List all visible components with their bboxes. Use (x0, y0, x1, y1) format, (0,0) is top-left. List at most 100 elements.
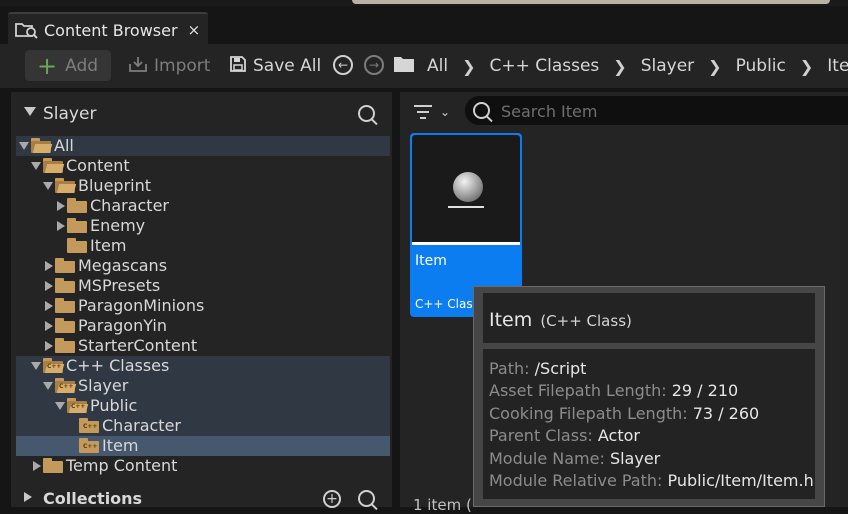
tree-item[interactable]: C++ Character (16, 416, 390, 436)
sources-title: Slayer (43, 104, 97, 124)
tree-item[interactable]: ParagonYin (16, 316, 390, 336)
tooltip-subtitle: (C++ Class) (540, 312, 632, 330)
folder-icon (43, 458, 63, 473)
tree-item[interactable]: StarterContent (16, 336, 390, 356)
chevron-right-icon[interactable] (24, 492, 32, 502)
tree-item[interactable]: Content (16, 156, 390, 176)
asset-tooltip: Item (C++ Class) Path: /Script Asset Fil… (473, 286, 825, 507)
tree-item-label: Content (66, 156, 130, 175)
tree-item[interactable]: Temp Content (16, 456, 390, 476)
plus-icon: + (37, 51, 58, 80)
sources-header[interactable]: Slayer (11, 92, 392, 132)
item-count: 1 item ( (413, 496, 472, 514)
tree-item[interactable]: C++ Public (16, 396, 390, 416)
asset-type: C++ Class (415, 297, 479, 311)
tree-item[interactable]: C++ C++ Classes (16, 356, 390, 376)
import-label: Import (154, 56, 211, 76)
search-icon[interactable] (358, 490, 375, 507)
chevron-right-icon[interactable] (45, 281, 53, 291)
folder-icon (67, 218, 87, 233)
breadcrumb-item[interactable]: Public (736, 56, 786, 76)
tree-item[interactable]: Character (16, 196, 390, 216)
collections-header[interactable]: Collections + (11, 486, 392, 508)
search-icon[interactable] (358, 105, 375, 122)
tree-item-label: Character (102, 416, 181, 435)
tooltip-title: Item (489, 309, 533, 331)
save-all-button[interactable]: Save All (229, 52, 321, 80)
tree-item[interactable]: C++ Item (16, 436, 390, 456)
sources-panel: Slayer All Content Blueprint Character Enemy… (11, 92, 392, 508)
tree-item[interactable]: Item (16, 236, 390, 256)
tree-item[interactable]: All (16, 136, 390, 156)
chevron-right-icon[interactable] (45, 321, 53, 331)
chevron-down-icon[interactable] (43, 382, 53, 390)
chevron-down-icon[interactable] (24, 107, 36, 116)
folder-icon[interactable] (393, 55, 415, 78)
collections-label: Collections (43, 489, 143, 508)
asset-name: Item (415, 253, 447, 269)
folder-icon (55, 338, 75, 353)
tree-item-label: Megascans (78, 256, 168, 275)
chevron-right-icon[interactable] (57, 201, 65, 211)
breadcrumb-item[interactable]: All (427, 56, 448, 76)
tooltip-header: Item (C++ Class) (483, 293, 815, 343)
tooltip-key: Module Relative Path: (489, 471, 663, 490)
tree-item[interactable]: MSPresets (16, 276, 390, 296)
add-label: Add (65, 55, 99, 76)
cpp-folder-icon: C++ (79, 418, 99, 433)
tree-item-label: StarterContent (78, 336, 198, 355)
tooltip-value: 29 / 210 (671, 381, 739, 400)
cpp-folder-icon: C++ (55, 378, 77, 393)
chevron-right-icon[interactable] (45, 341, 53, 351)
toolbar: + Add Import Save All ← → All ❯ C++ Clas… (0, 44, 848, 88)
folder-icon (31, 138, 53, 153)
folder-icon (55, 278, 75, 293)
folder-icon (55, 298, 75, 313)
forward-button[interactable]: → (364, 55, 384, 75)
back-button[interactable]: ← (333, 55, 353, 75)
tooltip-key: Asset Filepath Length: (489, 381, 667, 400)
import-button[interactable]: Import (128, 52, 210, 80)
search-icon (473, 102, 490, 119)
chevron-right-icon: ❯ (462, 56, 476, 76)
breadcrumb-item[interactable]: Item (827, 56, 848, 76)
breadcrumb: All ❯ C++ Classes ❯ Slayer ❯ Public ❯ It… (393, 52, 848, 80)
tree-item[interactable]: Megascans (16, 256, 390, 276)
tooltip-key: Cooking Filepath Length: (489, 404, 688, 423)
tooltip-value: Slayer (609, 449, 661, 468)
tree-item-label: All (54, 136, 74, 155)
breadcrumb-item[interactable]: Slayer (641, 56, 694, 76)
tooltip-value: Public/Item/Item.h (667, 471, 814, 490)
tree-item-label: Item (102, 436, 139, 455)
chevron-right-icon[interactable] (45, 301, 53, 311)
tree-item[interactable]: ParagonMinions (16, 296, 390, 316)
chevron-right-icon[interactable] (57, 221, 65, 231)
tree-item-label: C++ Classes (66, 356, 170, 375)
breadcrumb-item[interactable]: C++ Classes (489, 56, 599, 76)
chevron-right-icon: ❯ (799, 56, 814, 76)
plus-circle-icon[interactable]: + (323, 490, 341, 508)
search-input[interactable] (499, 99, 843, 123)
tab-content-browser[interactable]: Content Browser × (8, 12, 208, 46)
tree-item-label: Item (90, 236, 127, 255)
tab-title: Content Browser (44, 20, 178, 40)
add-button[interactable]: + Add (25, 50, 111, 81)
chevron-down-icon[interactable] (55, 402, 65, 410)
filter-button[interactable]: ⌄ (414, 103, 454, 123)
tree-item-label: Temp Content (66, 456, 178, 475)
import-icon (128, 54, 148, 79)
tree-item-label: Public (90, 396, 138, 415)
chevron-down-icon[interactable] (31, 362, 41, 370)
chevron-right-icon[interactable] (33, 461, 41, 471)
cpp-folder-icon: C++ (67, 398, 89, 413)
save-all-label: Save All (253, 56, 322, 76)
tree-item[interactable]: C++ Slayer (16, 376, 390, 396)
chevron-down-icon[interactable] (43, 182, 53, 190)
chevron-down-icon[interactable] (19, 142, 29, 150)
chevron-down-icon[interactable] (31, 162, 41, 170)
tree-item[interactable]: Enemy (16, 216, 390, 236)
tree-item-label: Character (90, 196, 169, 215)
close-icon[interactable]: × (188, 21, 201, 39)
tree-item[interactable]: Blueprint (16, 176, 390, 196)
chevron-right-icon[interactable] (45, 261, 53, 271)
